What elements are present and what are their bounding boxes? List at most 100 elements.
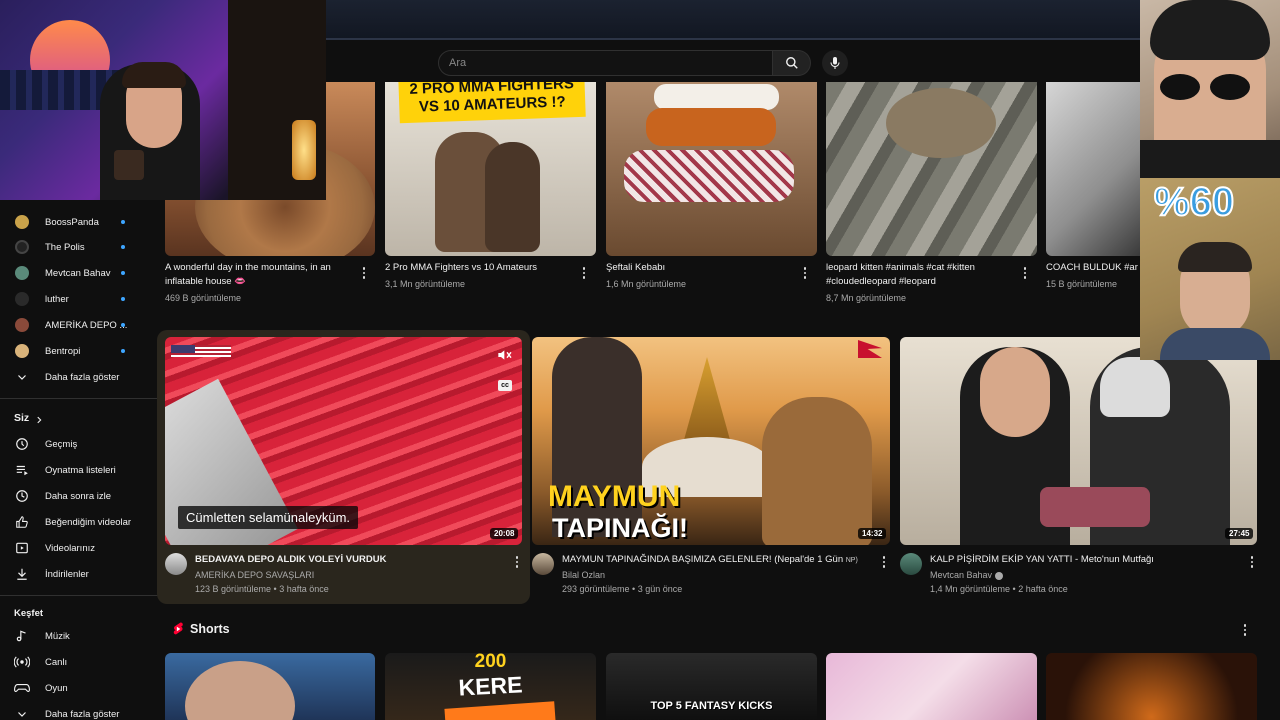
thumbnail-hair [1100,357,1170,417]
thumbnail-face [185,661,295,720]
mute-icon[interactable] [497,348,513,367]
lamp [292,120,316,180]
sidebar-item-gaming[interactable]: Oyun [0,675,158,701]
video-title[interactable]: COACH BULDUK #ar [1046,261,1140,275]
sidebar: BoossPanda The Polis Mevtcan Bahav luthe… [0,200,158,720]
video-thumbnail[interactable] [606,82,817,256]
search-button[interactable] [773,50,811,76]
channel-avatar [14,214,30,230]
more-vert-icon[interactable] [579,265,589,281]
thumbnail-art [624,150,794,202]
short-thumbnail[interactable]: 200 KERE [385,653,596,720]
sidebar-item-the-polis[interactable]: The Polis [0,234,158,260]
divider [0,398,158,399]
caption-text: Cümletten selamünaleyküm. [178,506,359,529]
channel-name[interactable]: AMERİKA DEPO SAVAŞLARI [195,570,314,580]
show-more-subscriptions[interactable]: Daha fazla göster [0,364,158,390]
portrait-suit [1160,328,1270,360]
sidebar-item-watch-later[interactable]: Daha sonra izle [0,483,158,509]
thumbnail-art [1040,487,1150,527]
hair [1150,0,1270,60]
video-thumbnail[interactable] [900,337,1257,545]
sidebar-item-label: Canlı [45,656,68,668]
thumbnail-banner [444,701,556,720]
more-vert-icon[interactable] [879,554,889,570]
video-meta: 3,1 Mn görüntüleme [385,279,466,289]
sidebar-item-downloads[interactable]: İndirilenler [0,561,158,587]
sidebar-item-music[interactable]: Müzik [0,623,158,649]
short-thumbnail[interactable] [165,653,375,720]
sidebar-item-amerika-depo[interactable]: AMERİKA DEPO ... [0,312,158,338]
video-thumbnail[interactable]: 2 PRO MMA FIGHTERS VS 10 AMATEURS !? [385,82,596,256]
sidebar-item-label: Bentropi [45,345,81,357]
video-title[interactable]: Şeftali Kebabı [606,261,791,275]
sidebar-item-label: AMERİKA DEPO ... [45,319,128,331]
shirt [1140,140,1280,178]
video-title: MAYMUN TAPINAĞINDA BAŞIMIZA GELENLER! (N… [562,554,844,565]
sidebar-item-label: İndirilenler [45,568,89,580]
video-thumbnail[interactable] [1046,82,1140,256]
thumbnail-text: MAYMUN [548,480,681,513]
more-vert-icon[interactable] [512,554,522,570]
section-title: Siz [14,412,30,424]
channel-avatar[interactable] [532,553,554,575]
thumbnail-figure [762,397,872,545]
video-meta: 469 B görüntüleme [165,293,242,303]
divider [0,595,158,596]
sidebar-item-label: Oyun [45,682,68,694]
sidebar-item-luther[interactable]: luther [0,286,158,312]
country-badge: NP) [845,557,858,564]
new-content-dot [121,245,125,249]
short-thumbnail[interactable] [826,653,1037,720]
short-thumbnail[interactable]: TOP 5 FANTASY KICKS [606,653,817,720]
sidebar-item-label: Müzik [45,630,70,642]
more-vert-icon[interactable] [1020,265,1030,281]
show-more-explore[interactable]: Daha fazla göster [0,701,158,720]
thumbnail-text: TOP 5 FANTASY KICKS [650,700,773,712]
video-title-row[interactable]: MAYMUN TAPINAĞINDA BAŞIMIZA GELENLER! (N… [562,553,872,568]
video-thumbnail[interactable]: MAYMUN TAPINAĞI! [532,337,890,545]
search-input[interactable] [439,51,772,75]
download-icon [14,566,30,582]
more-vert-icon[interactable] [359,265,369,281]
sidebar-item-mevtcan-bahav[interactable]: Mevtcan Bahav [0,260,158,286]
channel-avatar [14,317,30,333]
video-icon [14,540,30,556]
video-title[interactable]: KALP PİŞİRDİM EKİP YAN YATTI - Meto'nun … [930,553,1240,567]
thumbnail-art [654,84,779,110]
playlist-icon [14,462,30,478]
video-meta: 293 görüntüleme • 3 gün önce [562,584,683,594]
more-vert-icon[interactable] [1247,554,1257,570]
webcam-overlay-left [0,0,326,200]
thumbnail-face [980,347,1050,437]
thumbnail-figure [485,142,540,252]
sidebar-item-playlists[interactable]: Oynatma listeleri [0,457,158,483]
video-title[interactable]: leopard kitten #animals #cat #kitten #cl… [826,261,1011,289]
sidebar-item-bentropi[interactable]: Bentropi [0,338,158,364]
voice-search-button[interactable] [822,50,848,76]
sidebar-item-boosspanda[interactable]: BoossPanda [0,209,158,235]
channel-name[interactable]: Bilal Ozlan [562,570,605,580]
channel-name-row[interactable]: Mevtcan Bahav [930,570,1003,580]
mug [114,150,144,180]
sidebar-item-label: BoossPanda [45,216,99,228]
video-meta: 1,4 Mn görüntüleme • 2 hafta önce [930,584,1068,594]
channel-avatar[interactable] [165,553,187,575]
sidebar-item-live[interactable]: Canlı [0,649,158,675]
sidebar-item-your-videos[interactable]: Videolarınız [0,535,158,561]
short-thumbnail[interactable] [1046,653,1257,720]
chevron-right-icon [34,412,44,430]
video-title[interactable]: 2 Pro MMA Fighters vs 10 Amateurs [385,261,570,275]
closed-captions-icon[interactable]: cc [498,380,512,391]
more-vert-icon[interactable] [800,265,810,281]
sidebar-item-history[interactable]: Geçmiş [0,431,158,457]
video-thumbnail[interactable] [826,82,1037,256]
you-section-header[interactable]: Siz [0,405,158,431]
video-title[interactable]: A wonderful day in the mountains, in an … [165,261,350,289]
sidebar-item-liked-videos[interactable]: Beğendiğim videolar [0,509,158,535]
video-title[interactable]: BEDAVAYA DEPO ALDIK VOLEYİ VURDUK [195,553,505,567]
sidebar-item-label: Videolarınız [45,542,95,554]
channel-avatar[interactable] [900,553,922,575]
search-box[interactable] [438,50,773,76]
more-vert-icon[interactable] [1240,622,1250,638]
